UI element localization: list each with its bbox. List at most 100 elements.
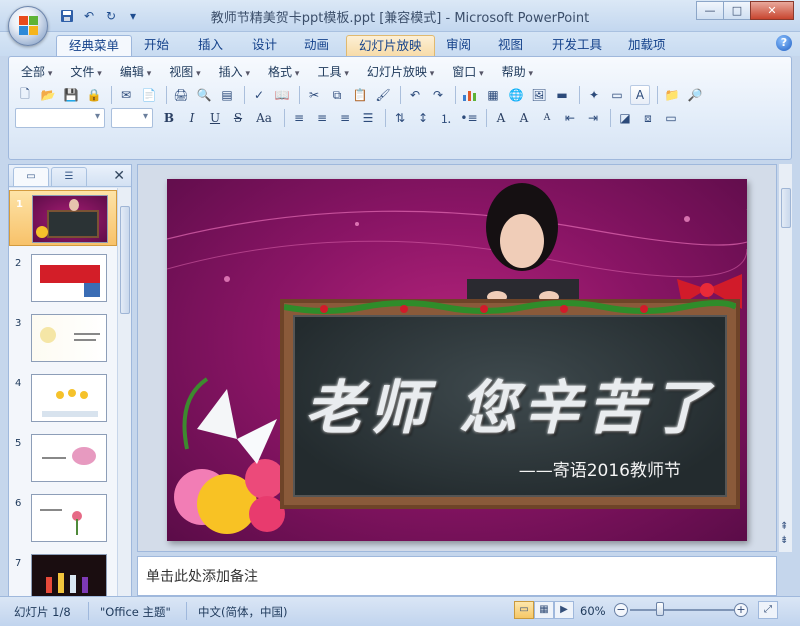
close-icon[interactable]: ✕: [750, 1, 794, 20]
underline-button[interactable]: U: [205, 108, 225, 128]
change-case-button[interactable]: Aa: [251, 108, 277, 128]
menu-slideshow[interactable]: 幻灯片放映: [361, 63, 440, 81]
permission-icon[interactable]: 🔒: [84, 85, 104, 105]
previous-slide-icon[interactable]: ⇞: [780, 521, 788, 532]
undo-icon[interactable]: ↶: [405, 85, 425, 105]
tab-design[interactable]: 设计: [240, 35, 289, 56]
menu-format[interactable]: 格式: [262, 63, 305, 81]
minimize-icon[interactable]: —: [696, 1, 724, 20]
zoom-slider-thumb[interactable]: [656, 602, 664, 616]
scrollbar-thumb[interactable]: [781, 188, 791, 228]
spelling-icon[interactable]: ✓: [249, 85, 269, 105]
slide-thumbnail-7[interactable]: 7: [9, 550, 117, 596]
editor-scrollbar[interactable]: ⇞ ⇟: [778, 164, 792, 552]
arrange-icon[interactable]: ⧈: [638, 108, 658, 128]
justify-icon[interactable]: ☰: [358, 108, 378, 128]
paste-icon[interactable]: 📋: [350, 85, 370, 105]
maximize-icon[interactable]: □: [723, 1, 751, 20]
increase-indent-icon[interactable]: ⇥: [583, 108, 603, 128]
align-left-icon[interactable]: ≡: [289, 108, 309, 128]
menu-view[interactable]: 视图: [163, 63, 206, 81]
line-spacing-icon[interactable]: ↕: [413, 108, 433, 128]
tab-slideshow[interactable]: 幻灯片放映: [346, 35, 435, 56]
tab-animation[interactable]: 动画: [292, 35, 341, 56]
tab-view[interactable]: 视图: [486, 35, 535, 56]
quick-styles-icon[interactable]: ▭: [661, 108, 681, 128]
slide-thumbnail-1[interactable]: 1: [9, 190, 117, 246]
decrease-indent-icon[interactable]: ⇤: [560, 108, 580, 128]
notes-placeholder[interactable]: 单击此处添加备注: [146, 566, 258, 586]
slideshow-view-icon[interactable]: ▶: [554, 601, 574, 619]
next-slide-icon[interactable]: ⇟: [780, 535, 788, 546]
slide-title[interactable]: 老师 您辛苦了: [295, 361, 725, 445]
menu-tools[interactable]: 工具: [311, 63, 354, 81]
menu-help[interactable]: 帮助: [496, 63, 539, 81]
shrink-font-icon[interactable]: A: [537, 108, 557, 128]
table-icon[interactable]: ▦: [483, 85, 503, 105]
slide-thumbnail-5[interactable]: 5: [9, 430, 117, 486]
save-icon[interactable]: 💾: [61, 85, 81, 105]
print-preview-icon[interactable]: 🔍: [194, 85, 214, 105]
grow-font-icon[interactable]: A: [514, 108, 534, 128]
language-status[interactable]: 中文(简体，中国): [198, 604, 287, 620]
close-pane-icon[interactable]: ✕: [113, 168, 125, 184]
numbering-icon[interactable]: ⒈: [436, 108, 456, 128]
menu-insert[interactable]: 插入: [213, 63, 256, 81]
align-center-icon[interactable]: ≡: [312, 108, 332, 128]
format-painter-icon[interactable]: 🖌: [373, 85, 393, 105]
font-name-combo[interactable]: [15, 108, 105, 128]
open-folder-icon[interactable]: 📂: [38, 85, 58, 105]
publish-icon[interactable]: 📄: [139, 85, 159, 105]
slide-sorter-icon[interactable]: ▦: [534, 601, 554, 619]
tab-classic-menu[interactable]: 经典菜单: [56, 35, 133, 56]
tab-home[interactable]: 开始: [132, 35, 181, 56]
email-icon[interactable]: ✉: [116, 85, 136, 105]
new-document-icon[interactable]: 🗋: [15, 85, 35, 105]
zoom-level[interactable]: 60%: [580, 604, 606, 618]
slide-subtitle[interactable]: ——寄语2016教师节: [519, 456, 681, 481]
notes-pane[interactable]: 单击此处添加备注: [137, 556, 777, 596]
tab-insert[interactable]: 插入: [186, 35, 235, 56]
cut-icon[interactable]: ✂: [304, 85, 324, 105]
slide-layout-icon[interactable]: ▭: [607, 85, 627, 105]
chart-icon[interactable]: [460, 85, 480, 105]
fit-to-window-icon[interactable]: ⤢: [758, 601, 778, 619]
text-direction-icon[interactable]: ⇅: [390, 108, 410, 128]
font-size-combo[interactable]: [111, 108, 153, 128]
layout-icon[interactable]: ▤: [217, 85, 237, 105]
help-icon[interactable]: ?: [776, 35, 792, 51]
line-color-icon[interactable]: ▬: [552, 85, 572, 105]
font-color-icon[interactable]: A: [491, 108, 511, 128]
text-box-icon[interactable]: A: [630, 85, 650, 105]
tab-developer[interactable]: 开发工具: [540, 35, 614, 56]
menu-window[interactable]: 窗口: [446, 63, 489, 81]
zoom-in-icon[interactable]: +: [734, 603, 748, 617]
menu-file[interactable]: 文件: [64, 63, 107, 81]
shapes-icon[interactable]: ◪: [615, 108, 635, 128]
slide-thumbnail-6[interactable]: 6: [9, 490, 117, 546]
zoom-slider[interactable]: [630, 609, 734, 611]
picture-icon[interactable]: 🖼: [529, 85, 549, 105]
zoom-out-icon[interactable]: −: [614, 603, 628, 617]
thumbnails-scrollbar[interactable]: [117, 188, 131, 596]
find-icon[interactable]: 🔎: [685, 85, 705, 105]
research-icon[interactable]: 📖: [272, 85, 292, 105]
italic-button[interactable]: I: [182, 108, 202, 128]
normal-view-icon[interactable]: ▭: [514, 601, 534, 619]
copy-icon[interactable]: ⧉: [327, 85, 347, 105]
tab-review[interactable]: 审阅: [434, 35, 483, 56]
slide-thumbnail-2[interactable]: 2: [9, 250, 117, 306]
menu-edit[interactable]: 编辑: [114, 63, 157, 81]
bullets-icon[interactable]: •≡: [459, 108, 479, 128]
bold-button[interactable]: B: [159, 108, 179, 128]
scrollbar-thumb[interactable]: [120, 206, 130, 314]
strikethrough-button[interactable]: S: [228, 108, 248, 128]
tab-outline[interactable]: ☰: [51, 167, 87, 186]
clip-art-icon[interactable]: 🌐: [506, 85, 526, 105]
current-slide[interactable]: 老师 您辛苦了 ——寄语2016教师节: [167, 179, 747, 541]
redo-icon[interactable]: ↷: [428, 85, 448, 105]
slide-thumbnail-3[interactable]: 3: [9, 310, 117, 366]
new-slide-icon[interactable]: ✦: [584, 85, 604, 105]
open-icon[interactable]: 📁: [662, 85, 682, 105]
tab-addins[interactable]: 加载项: [616, 35, 678, 56]
